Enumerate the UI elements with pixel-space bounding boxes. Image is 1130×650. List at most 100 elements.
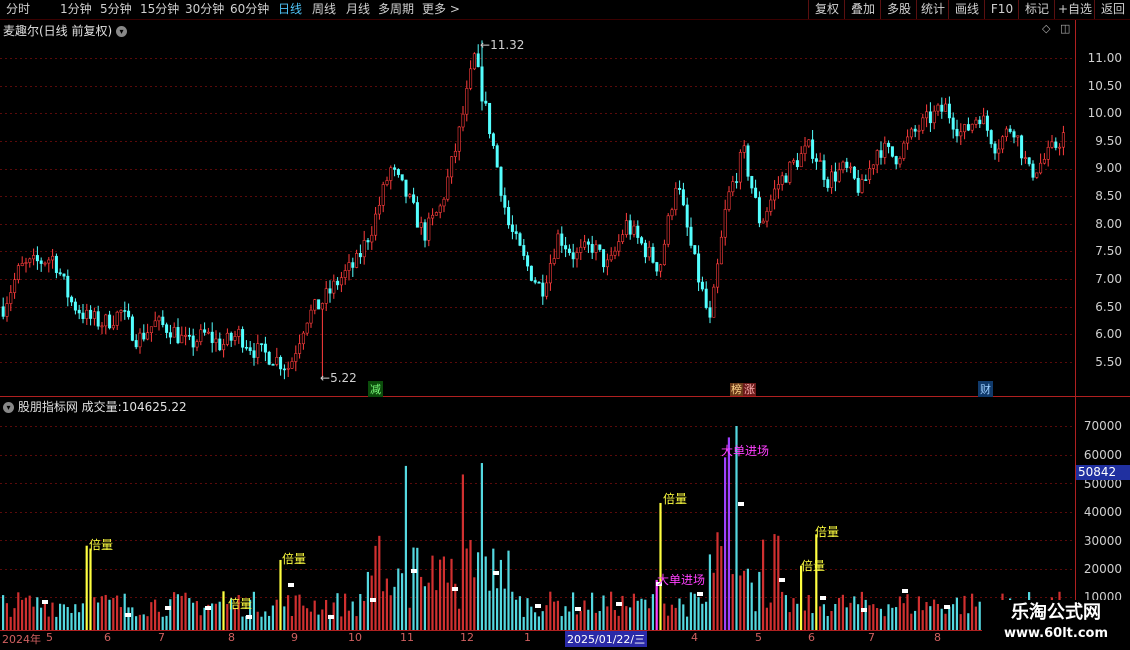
date-label: 6 — [104, 631, 111, 644]
volume-bar — [598, 611, 601, 630]
date-label: 2024年 — [2, 633, 41, 646]
volume-bar — [594, 612, 597, 630]
event-marker-rise[interactable]: 涨 — [743, 383, 756, 396]
candle-body — [609, 254, 613, 261]
event-marker-rank[interactable]: 榜 — [730, 383, 743, 396]
volume-bar — [940, 608, 943, 630]
candle-body — [370, 234, 374, 243]
date-label: 11 — [400, 631, 414, 644]
candle-body — [39, 260, 43, 264]
volume-bar — [199, 615, 202, 630]
candle-body — [320, 303, 324, 310]
volume-bar — [283, 606, 286, 630]
volume-bar — [363, 600, 366, 630]
watermark-url: www.60lt.com — [1003, 626, 1109, 641]
candle-body — [233, 336, 237, 341]
candle-body — [795, 160, 799, 168]
volume-bar — [781, 591, 784, 630]
candle-body — [1001, 136, 1005, 150]
volume-bar — [876, 608, 879, 630]
candle-body — [271, 364, 275, 366]
candle-body — [613, 250, 617, 256]
price-candles — [1, 40, 1065, 380]
cursor-date-label: 2025/01/22/三 — [565, 631, 648, 647]
candle-body — [203, 329, 207, 333]
volume-bar — [374, 545, 377, 630]
kline-chart[interactable] — [0, 0, 1130, 650]
volume-bar — [670, 604, 673, 630]
candle-body — [1031, 163, 1035, 178]
candle-body — [77, 309, 81, 314]
volume-marker — [493, 571, 499, 575]
volume-bar — [13, 608, 16, 630]
volume-bar — [613, 610, 616, 630]
candle-body — [541, 282, 545, 297]
candle-body — [621, 234, 625, 242]
volume-bar — [442, 556, 445, 630]
candle-body — [396, 169, 400, 175]
volume-bar — [853, 596, 856, 630]
candle-body — [871, 164, 875, 169]
candle-body — [887, 142, 891, 147]
volume-bar — [541, 611, 544, 630]
candle-body — [275, 356, 279, 365]
high-price-label: ←11.32 — [480, 38, 525, 52]
price-tick: 10.00 — [1087, 106, 1122, 120]
volume-bar — [366, 571, 369, 630]
candle-body — [647, 246, 651, 258]
candle-body — [856, 177, 860, 193]
volume-bar — [21, 599, 24, 630]
candle-body — [32, 255, 36, 260]
volume-bar — [587, 609, 590, 630]
candle-body — [1012, 131, 1016, 138]
candle-body — [309, 309, 313, 324]
volume-bar — [81, 603, 84, 630]
volume-bar — [769, 602, 772, 630]
volume-bar — [815, 534, 818, 630]
volume-bar — [568, 611, 571, 630]
candle-body — [868, 168, 872, 180]
candle-body — [153, 320, 157, 328]
volume-bar — [887, 604, 890, 630]
volume-marker — [738, 502, 744, 506]
candle-body — [830, 171, 834, 188]
candle-body — [142, 332, 146, 340]
volume-bar — [458, 608, 461, 630]
volume-bar — [302, 605, 305, 630]
candle-body — [305, 322, 309, 334]
chevron-down-icon[interactable]: ▾ — [3, 402, 14, 413]
event-marker-reduce[interactable]: 减 — [368, 381, 383, 397]
volume-marker — [288, 583, 294, 587]
volume-bar — [693, 593, 696, 630]
candle-body — [845, 161, 849, 168]
candle-body — [35, 255, 39, 262]
candle-body — [244, 346, 248, 349]
candle-body — [552, 258, 556, 264]
volume-bar — [758, 571, 761, 630]
volume-bar — [435, 590, 438, 630]
volume-tick: 70000 — [1083, 419, 1122, 433]
volume-bar — [682, 604, 685, 630]
candle-body — [62, 273, 66, 277]
volume-marker — [820, 596, 826, 600]
candle-body — [260, 343, 264, 345]
date-label: 1 — [524, 631, 531, 644]
volume-bar — [701, 603, 704, 630]
event-marker-finance[interactable]: 财 — [978, 381, 993, 397]
volume-bar — [746, 568, 749, 630]
volume-bar — [47, 616, 50, 630]
candle-body — [624, 220, 628, 235]
event-marker-group[interactable]: 榜涨 — [730, 381, 756, 397]
candle-body — [225, 332, 229, 345]
volume-bar — [309, 611, 312, 630]
candle-body — [944, 103, 948, 112]
volume-bar — [59, 603, 62, 630]
volume-bar — [974, 606, 977, 630]
volume-bar — [222, 591, 225, 630]
candle-body — [548, 263, 552, 284]
volume-bar — [150, 602, 153, 630]
candle-body — [1061, 132, 1065, 148]
volume-bar — [948, 606, 951, 630]
volume-bar — [575, 614, 578, 630]
volume-bar — [203, 607, 206, 630]
